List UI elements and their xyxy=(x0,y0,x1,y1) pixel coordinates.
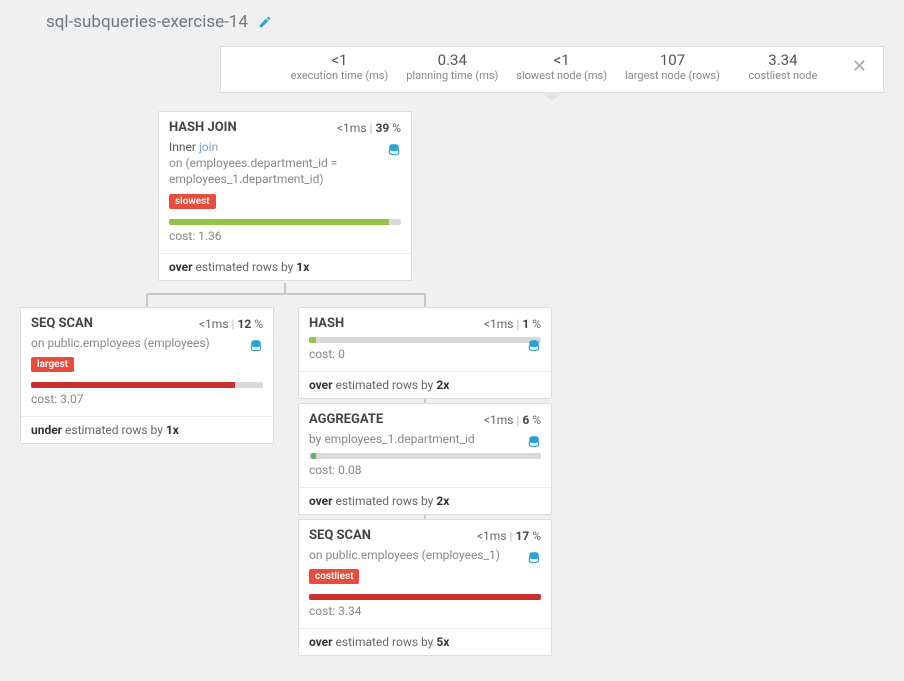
node-title: HASH JOIN xyxy=(169,120,237,135)
tag-slowest: slowest xyxy=(169,194,216,209)
node-aggregate[interactable]: AGGREGATE <1ms|6 % by employees_1.depart… xyxy=(298,403,552,515)
progress-bar xyxy=(169,219,401,225)
row-estimate: under estimated rows by 1x xyxy=(21,416,273,443)
tree-connector xyxy=(146,293,148,307)
node-metrics: <1ms|12 % xyxy=(199,317,263,331)
node-metrics: <1ms|39 % xyxy=(337,121,401,135)
node-metrics: <1ms|17 % xyxy=(477,529,541,543)
node-title: SEQ SCAN xyxy=(31,316,93,331)
stat-largest-node: 107 largest node (rows) xyxy=(625,51,720,82)
database-icon xyxy=(387,142,401,157)
progress-bar xyxy=(31,382,263,388)
cost-text: cost: 3.07 xyxy=(31,392,263,406)
tree-connector xyxy=(424,293,426,307)
cost-text: cost: 0.08 xyxy=(309,463,541,477)
close-icon[interactable]: ✕ xyxy=(846,56,873,77)
node-title: HASH xyxy=(309,316,344,331)
cost-text: cost: 3.34 xyxy=(309,604,541,618)
progress-bar xyxy=(309,453,541,459)
node-hash-join[interactable]: HASH JOIN <1ms|39 % Inner join on (emplo… xyxy=(158,111,412,281)
cost-text: cost: 1.36 xyxy=(169,229,401,243)
database-icon xyxy=(527,550,541,565)
row-estimate: over estimated rows by 1x xyxy=(159,253,411,280)
row-estimate: over estimated rows by 2x xyxy=(299,371,551,398)
node-hash[interactable]: HASH <1ms|1 % cost: 0 over estimated row… xyxy=(298,307,552,399)
node-metrics: <1ms|1 % xyxy=(484,317,541,331)
plan-tree: HASH JOIN <1ms|39 % Inner join on (emplo… xyxy=(20,111,884,651)
stat-planning-time: 0.34 planning time (ms) xyxy=(406,51,498,82)
node-seq-scan-employees[interactable]: SEQ SCAN <1ms|12 % on public.employees (… xyxy=(20,307,274,444)
node-seq-scan-employees-1[interactable]: SEQ SCAN <1ms|17 % on public.employees (… xyxy=(298,519,552,656)
row-estimate: over estimated rows by 2x xyxy=(299,487,551,514)
database-icon xyxy=(249,338,263,353)
page-title: sql-subqueries-exercise-14 xyxy=(46,12,248,32)
node-title: AGGREGATE xyxy=(309,412,383,427)
tag-costliest: costliest xyxy=(309,569,359,584)
stat-exec-time: <1 execution time (ms) xyxy=(291,51,389,82)
cost-text: cost: 0 xyxy=(309,347,541,361)
database-icon xyxy=(527,338,541,353)
stats-bar: <1 execution time (ms) 0.34 planning tim… xyxy=(220,46,884,93)
tree-connector xyxy=(146,293,426,295)
pencil-icon[interactable] xyxy=(258,15,272,30)
tag-largest: largest xyxy=(31,357,74,372)
database-icon xyxy=(527,434,541,449)
stat-costliest-node: 3.34 costliest node xyxy=(738,51,828,82)
node-title: SEQ SCAN xyxy=(309,528,371,543)
progress-bar xyxy=(309,337,541,343)
node-metrics: <1ms|6 % xyxy=(484,413,541,427)
progress-bar xyxy=(309,594,541,600)
row-estimate: over estimated rows by 5x xyxy=(299,628,551,655)
stat-slowest-node: <1 slowest node (ms) xyxy=(516,51,607,82)
